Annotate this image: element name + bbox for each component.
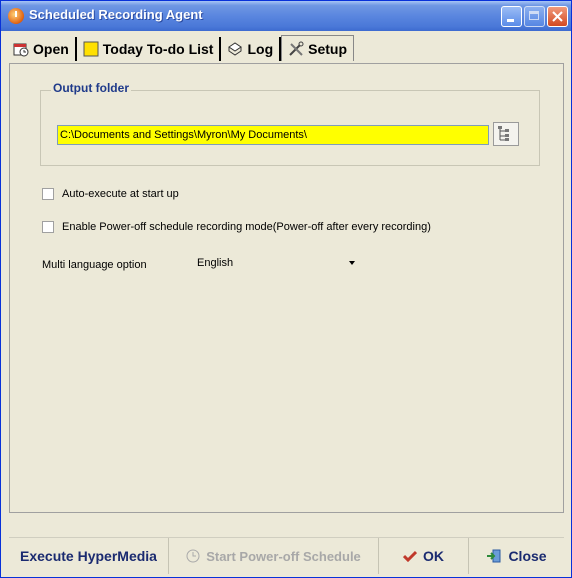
close-button[interactable]: Close xyxy=(469,538,564,574)
tab-open-label: Open xyxy=(33,41,69,57)
poweroff-mode-checkbox[interactable] xyxy=(42,221,54,233)
setup-tools-icon xyxy=(288,41,304,57)
output-folder-field[interactable]: C:\Documents and Settings\Myron\My Docum… xyxy=(57,125,489,145)
close-label: Close xyxy=(508,548,547,564)
clock-icon xyxy=(186,549,200,563)
open-icon xyxy=(13,41,29,57)
output-folder-label: Output folder xyxy=(51,81,131,95)
title-bar[interactable]: Scheduled Recording Agent xyxy=(1,1,571,31)
start-poweroff-schedule-label: Start Power-off Schedule xyxy=(206,548,361,564)
log-icon xyxy=(227,41,243,57)
exit-door-icon xyxy=(487,549,501,563)
language-value: English xyxy=(197,257,234,269)
tab-log-label: Log xyxy=(247,41,274,57)
window-title: Scheduled Recording Agent xyxy=(29,7,203,22)
start-poweroff-schedule-button[interactable]: Start Power-off Schedule xyxy=(169,538,379,574)
minimize-button[interactable] xyxy=(501,6,522,27)
tab-setup-label: Setup xyxy=(308,40,348,57)
close-icon xyxy=(552,11,563,22)
tab-log[interactable]: Log xyxy=(221,37,282,61)
auto-execute-checkbox[interactable] xyxy=(42,188,54,200)
todo-list-icon xyxy=(83,41,99,57)
ok-button[interactable]: OK xyxy=(379,538,469,574)
bottom-action-bar: Execute HyperMedia Start Power-off Sched… xyxy=(9,537,564,574)
language-label: Multi language option xyxy=(42,259,147,271)
output-folder-group: Output folder C:\Documents and Settings\… xyxy=(40,81,540,166)
poweroff-mode-label: Enable Power-off schedule recording mode… xyxy=(62,221,431,233)
tab-today-todo[interactable]: Today To-do List xyxy=(76,37,222,61)
app-window: Scheduled Recording Agent Open Today To-… xyxy=(0,0,572,578)
close-window-button[interactable] xyxy=(547,6,568,27)
tab-today-todo-label: Today To-do List xyxy=(102,41,214,57)
checkmark-icon xyxy=(403,550,417,562)
execute-hypermedia-label: Execute HyperMedia xyxy=(20,548,157,564)
poweroff-mode-option[interactable]: Enable Power-off schedule recording mode… xyxy=(42,221,431,233)
chevron-down-icon xyxy=(349,261,355,265)
tab-bar: Open Today To-do List Log Setup xyxy=(7,35,355,63)
setup-panel: Output folder C:\Documents and Settings\… xyxy=(9,63,564,513)
app-logo-icon xyxy=(8,8,24,24)
tab-setup[interactable]: Setup xyxy=(281,35,355,61)
auto-execute-option[interactable]: Auto-execute at start up xyxy=(42,188,179,200)
maximize-button[interactable] xyxy=(524,6,545,27)
execute-hypermedia-button[interactable]: Execute HyperMedia xyxy=(9,538,169,574)
tab-open[interactable]: Open xyxy=(7,37,77,61)
ok-label: OK xyxy=(423,548,444,564)
auto-execute-label: Auto-execute at start up xyxy=(62,188,179,200)
browse-folder-button[interactable] xyxy=(493,122,519,146)
folder-tree-icon xyxy=(498,126,509,141)
language-select[interactable]: English xyxy=(193,253,357,273)
